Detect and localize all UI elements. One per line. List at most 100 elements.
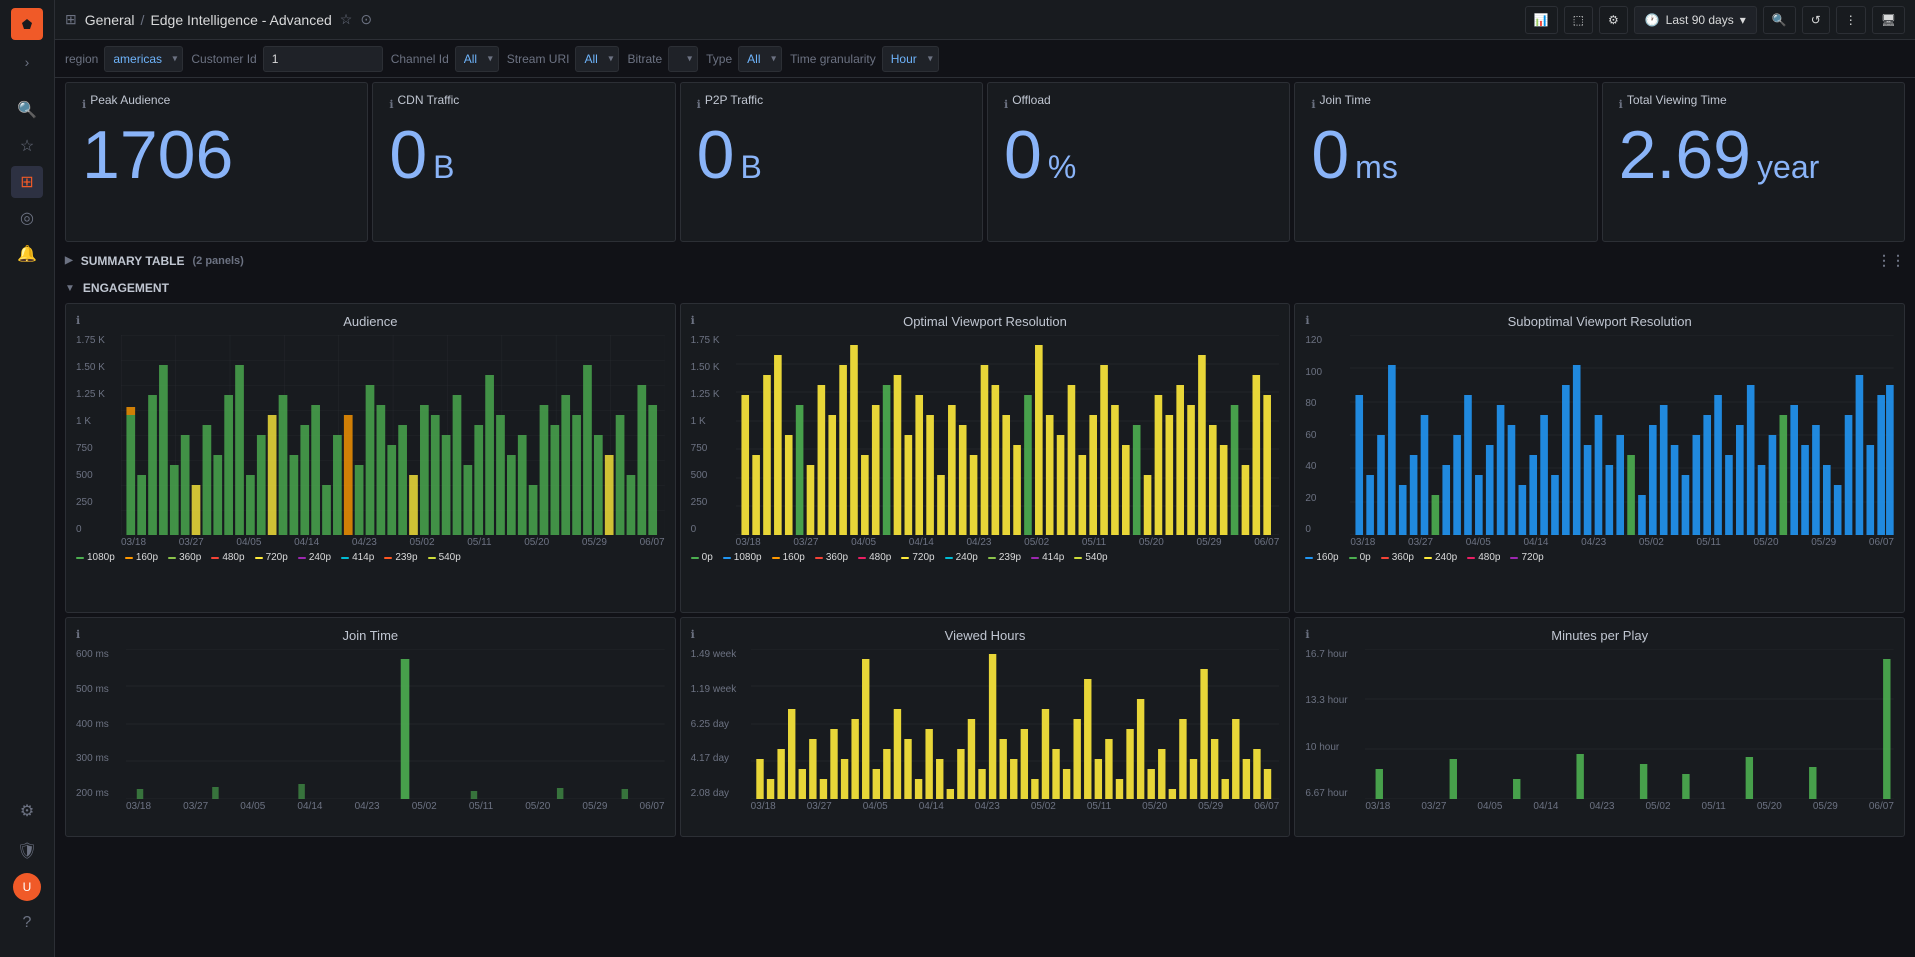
chart-grid-row2: ℹ Join Time 600 ms 500 ms 400 ms 300 ms …: [65, 617, 1905, 837]
dashboard: ℹ Peak Audience 1706 ℹ CDN Traffic 0 B: [55, 78, 1915, 957]
chart-panel-suboptimal-viewport: ℹ Suboptimal Viewport Resolution 120 100…: [1294, 303, 1905, 613]
info-icon-join: ℹ: [1311, 98, 1315, 111]
type-select[interactable]: All: [738, 46, 782, 72]
audience-x-axis: 03/18 03/27 04/05 04/14 04/23 05/02 05/1…: [121, 537, 665, 548]
minutes-per-play-x-axis: 03/18 03/27 04/05 04/14 04/23 05/02 05/1…: [1365, 801, 1894, 812]
breadcrumb-general[interactable]: General: [85, 12, 135, 28]
chart-type-button[interactable]: 📊: [1525, 6, 1558, 34]
offload-unit: %: [1048, 151, 1076, 183]
star-icon[interactable]: ☆: [340, 11, 353, 28]
sidebar-item-help[interactable]: ?: [11, 907, 43, 939]
sidebar: › 🔍 ☆ ⊞ ◎ 🔔 ⚙ 🛡 U ?: [0, 0, 55, 957]
audience-chart-svg: [121, 335, 665, 535]
bitrate-label: Bitrate: [627, 52, 662, 66]
channel-id-select[interactable]: All: [455, 46, 499, 72]
share-icon[interactable]: ⊙: [360, 11, 372, 28]
engagement-chevron-icon: ▼: [65, 283, 75, 294]
bitrate-select[interactable]: [668, 46, 698, 72]
suboptimal-chart-area: 120 100 80 60 40 20 0: [1350, 335, 1894, 535]
time-range-picker[interactable]: 🕐 Last 90 days ▾: [1634, 6, 1757, 34]
type-select-wrap: All: [738, 46, 782, 72]
clock-icon: 🕐: [1645, 13, 1660, 27]
user-avatar[interactable]: U: [13, 873, 41, 901]
stat-label-viewing: Total Viewing Time: [1627, 93, 1727, 107]
join-time-info-icon: ℹ: [76, 628, 80, 641]
sidebar-item-compass[interactable]: ◎: [11, 202, 43, 234]
optimal-chart-area: 1.75 K 1.50 K 1.25 K 1 K 750 500 250 0: [736, 335, 1280, 535]
app-logo: [11, 8, 43, 40]
region-select-wrap: americas: [104, 46, 183, 72]
stat-label-join: Join Time: [1320, 93, 1371, 107]
suboptimal-info-icon: ℹ: [1305, 314, 1309, 327]
stat-panels: ℹ Peak Audience 1706 ℹ CDN Traffic 0 B: [65, 82, 1905, 242]
stat-value-peak: 1706: [82, 121, 351, 189]
stat-panel-join: ℹ Join Time 0 ms: [1294, 82, 1597, 242]
main-content: ⊞ General / Edge Intelligence - Advanced…: [55, 0, 1915, 957]
stat-panel-cdn: ℹ CDN Traffic 0 B: [372, 82, 675, 242]
filter-bar: region americas Customer Id Channel Id A…: [55, 40, 1915, 78]
time-granularity-select[interactable]: Hour: [882, 46, 939, 72]
optimal-legend: 0p 1080p 160p 360p 480p 720p 240p 239p 4…: [691, 552, 1280, 563]
time-range-label: Last 90 days: [1666, 13, 1734, 27]
suboptimal-legend: 160p 0p 360p 240p 480p 720p: [1305, 552, 1894, 563]
join-time-y-axis: 600 ms 500 ms 400 ms 300 ms 200 ms: [76, 649, 122, 799]
cdn-number: 0: [389, 121, 427, 189]
minutes-per-play-y-axis: 16.7 hour 13.3 hour 10 hour 6.67 hour: [1305, 649, 1361, 799]
stat-value-p2p: 0 B: [697, 121, 966, 189]
stat-value-join: 0 ms: [1311, 121, 1580, 189]
refresh-button[interactable]: ↺: [1802, 6, 1830, 34]
info-icon-p2p: ℹ: [697, 98, 701, 111]
zoom-out-button[interactable]: 🔍: [1763, 6, 1796, 34]
info-icon-offload: ℹ: [1004, 98, 1008, 111]
grid-icon: ⊞: [65, 11, 77, 28]
join-time-chart-area: 600 ms 500 ms 400 ms 300 ms 200 ms: [126, 649, 665, 799]
breadcrumb-sub[interactable]: Edge Intelligence - Advanced: [150, 12, 331, 28]
optimal-y-axis: 1.75 K 1.50 K 1.25 K 1 K 750 500 250 0: [691, 335, 731, 535]
region-select[interactable]: americas: [104, 46, 183, 72]
sidebar-item-search[interactable]: 🔍: [11, 94, 43, 126]
bitrate-select-wrap: [668, 46, 698, 72]
menu-button[interactable]: ⋮: [1836, 6, 1866, 34]
export-button[interactable]: ⬚: [1564, 6, 1593, 34]
info-icon-viewing: ℹ: [1619, 98, 1623, 111]
stat-label-peak: Peak Audience: [90, 93, 170, 107]
stat-panel-offload: ℹ Offload 0 %: [987, 82, 1290, 242]
stat-panel-p2p: ℹ P2P Traffic 0 B: [680, 82, 983, 242]
info-icon-peak: ℹ: [82, 98, 86, 111]
sidebar-item-bell[interactable]: 🔔: [11, 238, 43, 270]
minutes-per-play-chart-svg: [1365, 649, 1894, 799]
optimal-chart-svg: [736, 335, 1280, 535]
stat-panel-peak-audience: ℹ Peak Audience 1706: [65, 82, 368, 242]
stream-uri-select[interactable]: All: [575, 46, 619, 72]
join-number: 0: [1311, 121, 1349, 189]
customer-id-input[interactable]: [263, 46, 383, 72]
sidebar-collapse-btn[interactable]: ›: [13, 48, 41, 76]
chart-panel-optimal-viewport: ℹ Optimal Viewport Resolution 1.75 K 1.5…: [680, 303, 1291, 613]
sidebar-item-star[interactable]: ☆: [11, 130, 43, 162]
engagement-label: ENGAGEMENT: [83, 281, 169, 295]
minutes-per-play-chart-area: 16.7 hour 13.3 hour 10 hour 6.67 hour: [1365, 649, 1894, 799]
tv-button[interactable]: 🖥: [1872, 6, 1905, 34]
stream-uri-filter: Stream URI All: [507, 46, 620, 72]
stat-label-p2p: P2P Traffic: [705, 93, 763, 107]
chart-panel-audience: ℹ Audience 1.75 K 1.50 K 1.25 K 1 K 750 …: [65, 303, 676, 613]
engagement-header[interactable]: ▼ ENGAGEMENT: [65, 277, 1905, 299]
sidebar-item-shield[interactable]: 🛡: [11, 835, 43, 867]
channel-id-select-wrap: All: [455, 46, 499, 72]
info-icon-cdn: ℹ: [389, 98, 393, 111]
customer-id-label: Customer Id: [191, 52, 256, 66]
sidebar-item-grid[interactable]: ⊞: [11, 166, 43, 198]
summary-table-actions: ⋮⋮: [1877, 252, 1905, 269]
sidebar-item-settings[interactable]: ⚙: [11, 795, 43, 827]
summary-table-header[interactable]: ▶ SUMMARY TABLE (2 panels) ⋮⋮: [65, 248, 1905, 273]
settings-button[interactable]: ⚙: [1599, 6, 1628, 34]
viewing-number: 2.69: [1619, 121, 1751, 189]
stat-panel-viewing: ℹ Total Viewing Time 2.69 year: [1602, 82, 1905, 242]
viewed-hours-chart-svg: [751, 649, 1280, 799]
stream-uri-label: Stream URI: [507, 52, 570, 66]
summary-table-panels: (2 panels): [192, 255, 243, 267]
topbar-actions: 📊 ⬚ ⚙ 🕐 Last 90 days ▾ 🔍 ↺ ⋮ 🖥: [1525, 6, 1905, 34]
region-filter: region americas: [65, 46, 183, 72]
chart-panel-join-time: ℹ Join Time 600 ms 500 ms 400 ms 300 ms …: [65, 617, 676, 837]
viewed-hours-chart-area: 1.49 week 1.19 week 6.25 day 4.17 day 2.…: [751, 649, 1280, 799]
